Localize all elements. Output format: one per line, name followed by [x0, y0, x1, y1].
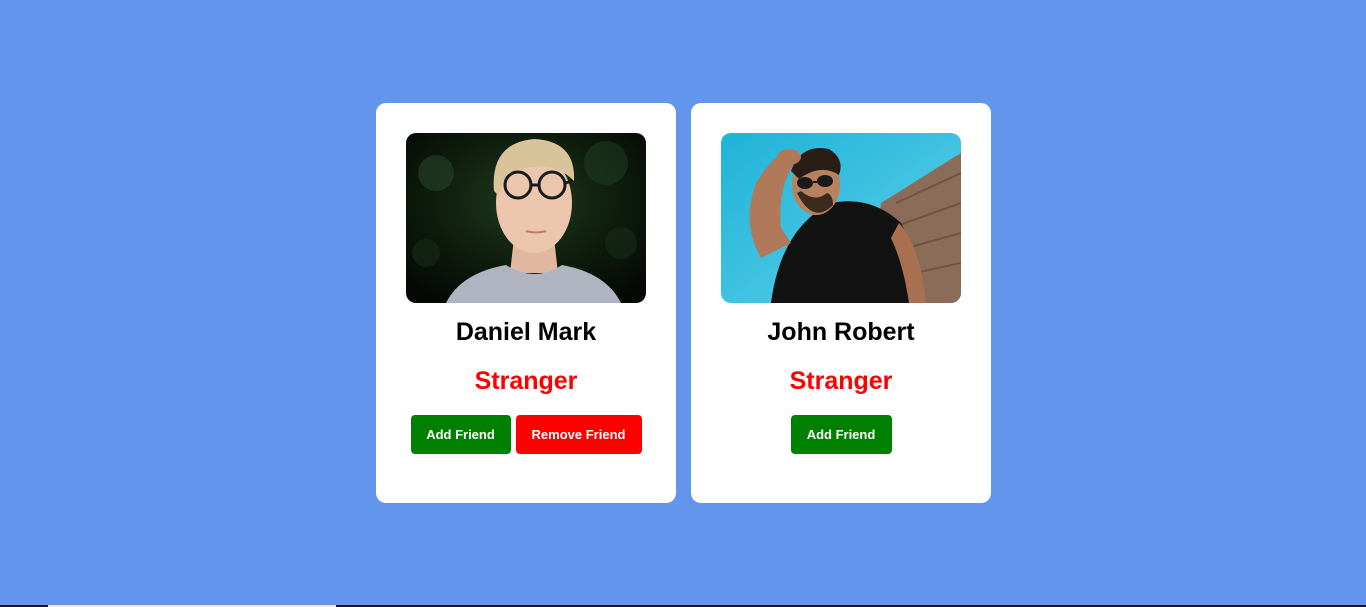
- profile-name: John Robert: [767, 318, 915, 346]
- friend-status: Stranger: [789, 367, 893, 395]
- card-actions: Add Friend Remove Friend: [376, 415, 676, 454]
- add-friend-button[interactable]: Add Friend: [410, 415, 511, 454]
- remove-friend-button[interactable]: Remove Friend: [515, 415, 642, 454]
- profile-photo: [406, 133, 646, 303]
- profile-name: Daniel Mark: [455, 318, 597, 346]
- profile-card: John Robert Stranger Add Friend: [691, 103, 991, 503]
- friend-status: Stranger: [474, 367, 578, 395]
- add-friend-button[interactable]: Add Friend: [790, 415, 892, 454]
- card-actions: Add Friend: [691, 415, 991, 454]
- profile-photo: [721, 133, 961, 303]
- profile-card: Daniel Mark Stranger Add Friend Remove F…: [376, 103, 676, 503]
